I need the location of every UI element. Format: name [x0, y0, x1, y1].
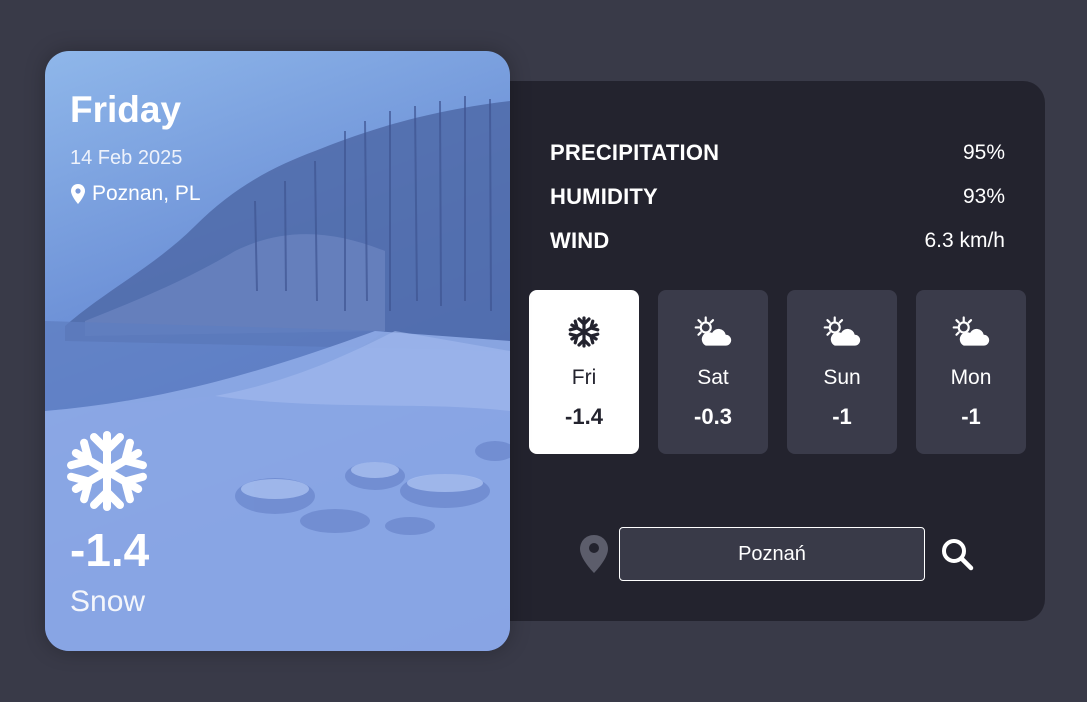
search-icon[interactable]	[935, 532, 979, 576]
precipitation-row: PRECIPITATION 95%	[550, 131, 1005, 175]
precipitation-label: PRECIPITATION	[550, 140, 720, 165]
forecast-day-sun[interactable]: Sun -1	[787, 290, 897, 454]
current-condition: Snow	[70, 585, 146, 618]
forecast-day-sat[interactable]: Sat -0.3	[658, 290, 768, 454]
humidity-label: HUMIDITY	[550, 184, 658, 209]
wind-label: WIND	[550, 228, 610, 253]
forecast-day-name: Fri	[571, 366, 597, 389]
location-search	[577, 527, 979, 581]
current-temperature: -1.4	[70, 524, 150, 576]
partly-cloudy-icon	[951, 312, 991, 352]
current-location: Poznan, PL	[70, 182, 201, 206]
location-search-input[interactable]	[619, 527, 925, 581]
forecast-day-temp: -0.3	[694, 404, 732, 429]
partly-cloudy-icon	[693, 312, 733, 352]
current-location-text: Poznan, PL	[92, 182, 201, 205]
current-weather-card: Friday 14 Feb 2025 Poznan, PL -1.4 Snow	[45, 51, 510, 651]
current-date: 14 Feb 2025	[70, 147, 183, 169]
forecast-day-temp: -1	[832, 404, 852, 429]
forecast-day-name: Mon	[950, 366, 992, 389]
humidity-row: HUMIDITY 93%	[550, 175, 1005, 219]
forecast-day-name: Sat	[697, 366, 729, 389]
forecast-day-temp: -1.4	[565, 404, 603, 429]
wind-value: 6.3 km/h	[924, 229, 1005, 252]
forecast-day-name: Sun	[823, 366, 861, 389]
wind-row: WIND 6.3 km/h	[550, 219, 1005, 263]
weather-details-panel: PRECIPITATION 95% HUMIDITY 93% WIND 6.3 …	[480, 81, 1045, 621]
snowflake-icon	[564, 312, 604, 352]
forecast-list: Fri -1.4 Sat -0.3 Sun -1 Mon -1	[529, 290, 1026, 454]
humidity-value: 93%	[962, 185, 1005, 208]
weather-stats: PRECIPITATION 95% HUMIDITY 93% WIND 6.3 …	[550, 131, 1005, 263]
location-pin-icon	[71, 184, 85, 204]
location-pin-icon	[577, 533, 611, 575]
partly-cloudy-icon	[822, 312, 862, 352]
forecast-day-mon[interactable]: Mon -1	[916, 290, 1026, 454]
snowflake-icon	[67, 429, 147, 513]
forecast-day-temp: -1	[961, 404, 981, 429]
precipitation-value: 95%	[962, 141, 1005, 164]
current-day: Friday	[70, 89, 182, 130]
forecast-day-fri[interactable]: Fri -1.4	[529, 290, 639, 454]
